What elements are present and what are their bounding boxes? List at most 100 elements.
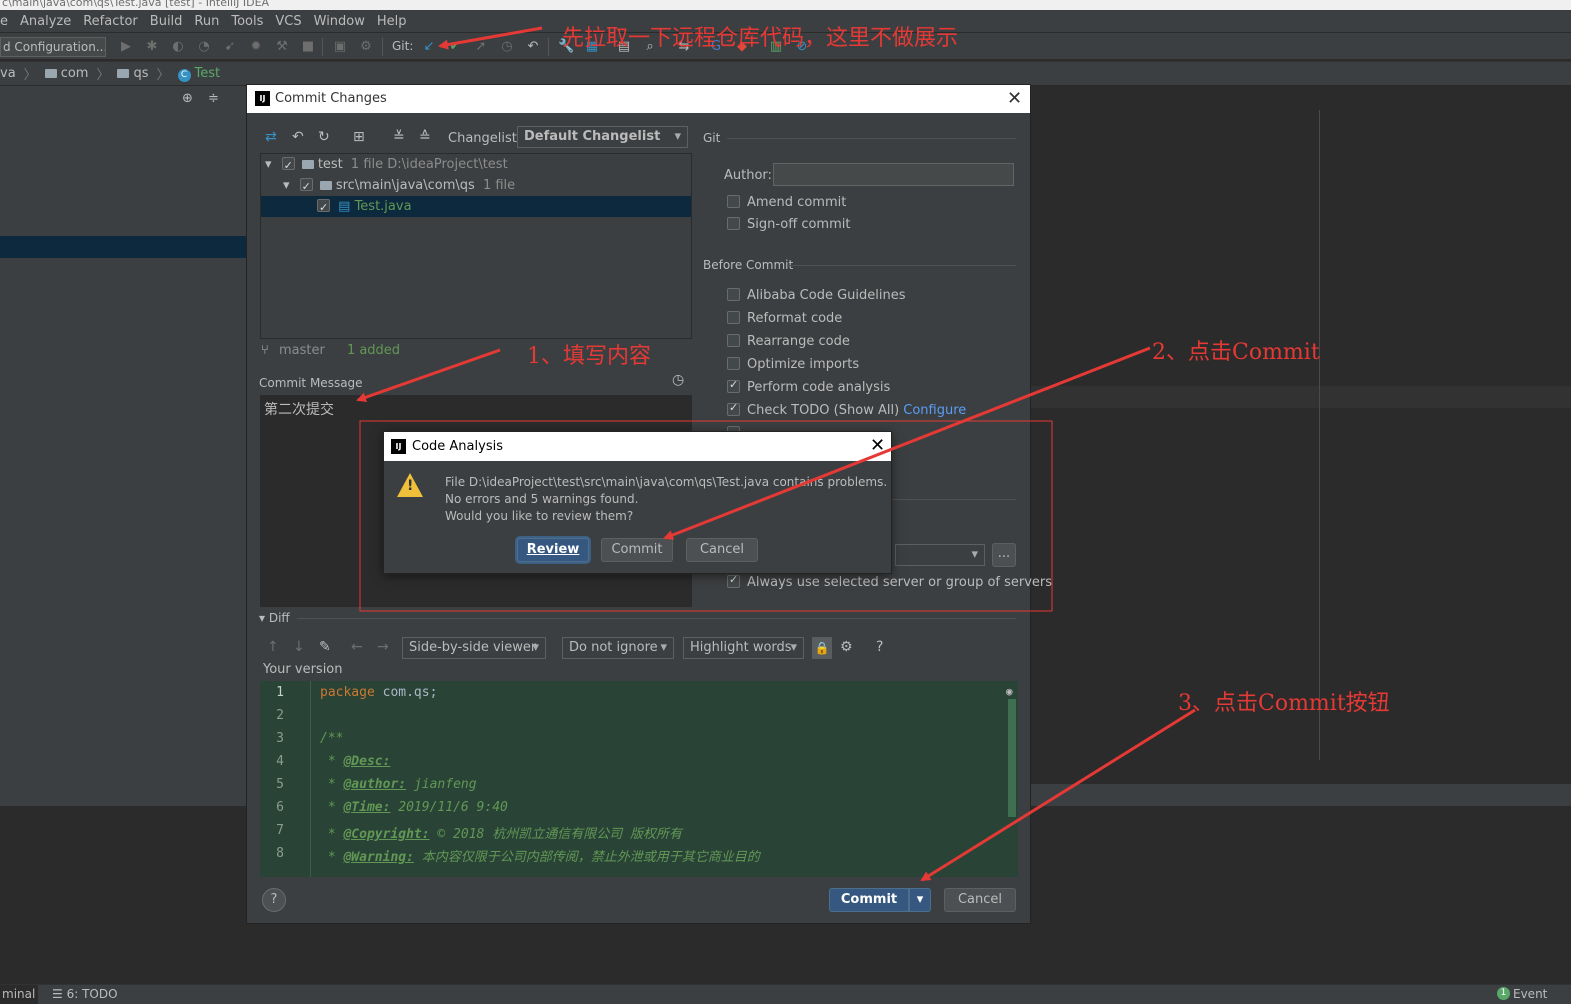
option-checkbox[interactable] xyxy=(727,401,740,416)
diff-icon[interactable]: ⇄ xyxy=(265,129,277,145)
locate-icon[interactable]: ⊕ xyxy=(182,91,193,106)
review-button[interactable]: Review xyxy=(517,538,589,562)
before-commit-option[interactable]: Reformat code xyxy=(727,311,842,326)
git-history-icon[interactable]: ◷ xyxy=(499,39,515,55)
analysis-cancel-button[interactable]: Cancel xyxy=(686,538,758,562)
diff-editor[interactable]: ◉ 1 2 3 4 5 6 7 8 package com.qs; /** * … xyxy=(260,681,1018,877)
option-checkbox[interactable] xyxy=(727,288,740,301)
cancel-button[interactable]: Cancel xyxy=(944,888,1016,912)
menu-help[interactable]: Help xyxy=(371,14,413,29)
diff-section-label[interactable]: ▾ Diff xyxy=(259,611,290,625)
changelist-select[interactable]: Default Changelist xyxy=(517,126,688,148)
before-commit-option[interactable]: Alibaba Code Guidelines xyxy=(727,288,906,303)
always-use-server-checkbox[interactable] xyxy=(727,573,740,588)
commit-options-dropdown[interactable]: ▾ xyxy=(909,888,931,912)
help-button[interactable]: ? xyxy=(262,888,286,912)
option-checkbox[interactable] xyxy=(727,311,740,324)
todo-tab[interactable]: ☰ 6: TODO xyxy=(52,985,118,1003)
group-by-icon[interactable]: ⊞ xyxy=(353,129,365,145)
menu-vcs[interactable]: VCS xyxy=(269,14,307,29)
breadcrumb-item[interactable]: va xyxy=(0,66,16,81)
message-history-icon[interactable]: ◷ xyxy=(672,372,684,388)
diff-help-icon[interactable]: ? xyxy=(876,639,883,655)
signoff-commit-checkbox[interactable] xyxy=(727,217,740,230)
git-update-icon[interactable]: ↙ xyxy=(421,39,437,55)
eye-icon[interactable]: ◉ xyxy=(1006,685,1013,698)
tree-row-file[interactable]: ▤ Test.java xyxy=(261,196,691,218)
menu-window[interactable]: Window xyxy=(308,14,371,29)
amend-commit-checkbox[interactable] xyxy=(727,195,740,208)
expand-arrow-icon[interactable]: ▾ xyxy=(283,178,290,193)
commit-button[interactable]: Commit xyxy=(829,888,909,912)
breadcrumb-current[interactable]: C Test xyxy=(177,66,220,82)
back-icon[interactable]: ← xyxy=(351,639,363,655)
scrollbar-thumb[interactable] xyxy=(1008,699,1016,817)
run-icon[interactable]: ▶ xyxy=(118,39,134,55)
refresh-icon[interactable]: ↻ xyxy=(318,129,330,145)
attach-icon[interactable]: ▣ xyxy=(332,39,348,55)
edit-icon[interactable]: ✎ xyxy=(319,639,331,655)
menu-refactor[interactable]: Refactor xyxy=(77,14,144,29)
collapse-icon[interactable]: ≑ xyxy=(208,91,219,106)
selected-tree-row[interactable] xyxy=(0,236,246,258)
configure-link[interactable]: Configure xyxy=(903,403,966,418)
hammer-icon[interactable]: ⚒ xyxy=(274,39,290,55)
git-commit-icon[interactable]: ✔ xyxy=(447,39,463,55)
module-checkbox[interactable] xyxy=(281,155,295,176)
collapse-arrow-icon[interactable]: ▾ xyxy=(259,611,265,625)
menu-analyze[interactable]: Analyze xyxy=(14,14,77,29)
expand-all-icon[interactable]: ≚ xyxy=(393,129,405,145)
git-rollback-icon[interactable]: ↶ xyxy=(525,39,541,55)
run-configuration-selector[interactable]: d Configuration... xyxy=(0,37,106,57)
stop-icon[interactable]: ■ xyxy=(300,39,316,55)
close-icon[interactable]: ✕ xyxy=(870,437,885,455)
viewer-mode-select[interactable]: Side-by-side viewer xyxy=(402,637,546,659)
amend-commit-option[interactable]: Amend commit xyxy=(727,195,846,210)
tree-row-directory[interactable]: ▾ src\main\java\com\qs 1 file xyxy=(261,175,691,197)
before-commit-option[interactable]: Check TODO (Show All) Configure xyxy=(727,401,966,418)
event-log-tab[interactable]: Event Log xyxy=(1513,985,1571,1004)
before-commit-option[interactable]: Optimize imports xyxy=(727,357,859,372)
menu-build[interactable]: Build xyxy=(144,14,189,29)
debug-icon[interactable]: ✱ xyxy=(144,39,160,55)
rollback-icon[interactable]: ↶ xyxy=(292,129,304,145)
author-input[interactable] xyxy=(773,163,1014,186)
terminal-tab[interactable]: minal xyxy=(0,985,38,1004)
prev-diff-icon[interactable]: ↑ xyxy=(267,639,279,655)
file-checkbox[interactable] xyxy=(317,197,330,218)
editor-area[interactable] xyxy=(1030,86,1571,786)
close-icon[interactable]: ✕ xyxy=(1007,90,1022,108)
always-use-server-option[interactable]: Always use selected server or group of s… xyxy=(727,573,1052,590)
deploy-icon[interactable]: ➹ xyxy=(222,39,238,55)
profile-icon[interactable]: ◔ xyxy=(196,39,212,55)
directory-checkbox[interactable] xyxy=(299,176,313,197)
build-artifacts-icon[interactable]: ⚙ xyxy=(358,39,374,55)
bug-icon[interactable]: ✹ xyxy=(248,39,264,55)
expand-arrow-icon[interactable]: ▾ xyxy=(265,157,272,172)
option-checkbox[interactable] xyxy=(727,378,740,393)
tree-row-module[interactable]: ▾ test 1 file D:\ideaProject\test xyxy=(261,154,691,176)
menu-run[interactable]: Run xyxy=(188,14,225,29)
analysis-commit-button[interactable]: Commit xyxy=(601,538,673,562)
signoff-commit-option[interactable]: Sign-off commit xyxy=(727,217,850,232)
collapse-all-icon[interactable]: ≙ xyxy=(419,129,431,145)
ignore-mode-select[interactable]: Do not ignore xyxy=(562,637,674,659)
breadcrumb-item[interactable]: qs xyxy=(117,66,149,81)
menu-edit[interactable]: e xyxy=(0,14,14,29)
option-checkbox[interactable] xyxy=(727,334,740,347)
before-commit-option[interactable]: Rearrange code xyxy=(727,334,850,349)
gear-icon[interactable]: ⚙ xyxy=(840,639,853,655)
coverage-icon[interactable]: ◐ xyxy=(170,39,186,55)
next-diff-icon[interactable]: ↓ xyxy=(293,639,305,655)
server-browse-button[interactable]: ... xyxy=(992,543,1016,567)
option-checkbox[interactable] xyxy=(727,357,740,370)
highlight-mode-select[interactable]: Highlight words xyxy=(683,637,804,659)
breadcrumb-item[interactable]: com xyxy=(44,66,88,81)
lock-icon[interactable]: 🔒 xyxy=(812,637,832,659)
section-divider xyxy=(727,138,1016,139)
git-push-icon[interactable]: ➚ xyxy=(473,39,489,55)
server-select[interactable] xyxy=(895,544,985,566)
forward-icon[interactable]: → xyxy=(377,639,389,655)
before-commit-option[interactable]: Perform code analysis xyxy=(727,378,890,395)
menu-tools[interactable]: Tools xyxy=(225,14,269,29)
